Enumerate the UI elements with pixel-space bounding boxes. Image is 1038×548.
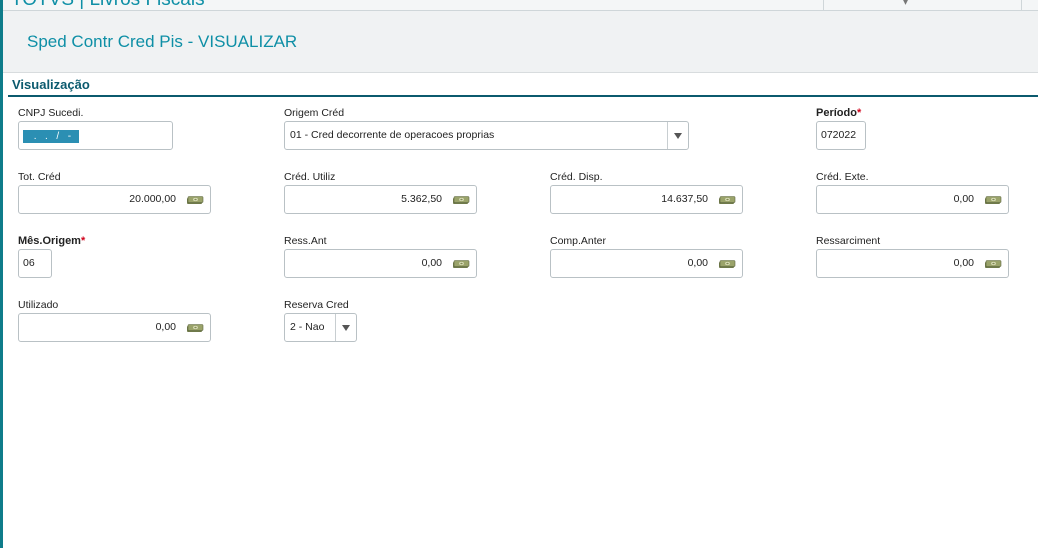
money-icon[interactable] (452, 195, 470, 205)
mes-origem-input[interactable]: 06 (18, 249, 52, 278)
origem-cred-field: Origem Créd 01 - Cred decorrente de oper… (284, 107, 694, 151)
money-icon[interactable] (718, 259, 736, 269)
ress-ant-field: Ress.Ant 0,00 (284, 235, 484, 279)
app-title: TOTVS | Livros Fiscais (11, 0, 205, 10)
reserva-cred-value: 2 - Nao (290, 321, 325, 333)
cnpj-sucedi-value: . . / - (23, 130, 79, 143)
periodo-label-text: Período (816, 107, 857, 119)
ressarciment-field: Ressarciment 0,00 (816, 235, 1016, 279)
utilizado-value: 0,00 (155, 321, 176, 333)
ress-ant-value: 0,00 (421, 257, 442, 269)
required-mark: * (80, 235, 86, 247)
page-title: Sped Contr Cred Pis - VISUALIZAR (27, 32, 298, 51)
chevron-down-icon[interactable] (342, 325, 350, 331)
cred-exte-field: Créd. Exte. 0,00 (816, 171, 1016, 215)
select-divider (667, 122, 668, 149)
required-mark: * (856, 107, 862, 119)
section-title: Visualização (12, 77, 90, 92)
money-icon[interactable] (186, 195, 204, 205)
cred-disp-input[interactable]: 14.637,50 (550, 185, 743, 214)
money-icon[interactable] (452, 259, 470, 269)
cred-utiliz-label: Créd. Utiliz (284, 171, 336, 183)
cred-exte-value: 0,00 (953, 193, 974, 205)
cnpj-sucedi-input[interactable]: . . / - (18, 121, 173, 150)
reserva-cred-select[interactable]: 2 - Nao (284, 313, 357, 342)
cred-utiliz-input[interactable]: 5.362,50 (284, 185, 477, 214)
comp-anter-value: 0,00 (687, 257, 708, 269)
tot-cred-value: 20.000,00 (129, 193, 176, 205)
tot-cred-field: Tot. Créd 20.000,00 (18, 171, 218, 215)
comp-anter-label: Comp.Anter (550, 235, 607, 247)
mes-origem-field: Mês.Origem* 06 (18, 235, 118, 279)
select-divider (335, 314, 336, 341)
ressarciment-input[interactable]: 0,00 (816, 249, 1009, 278)
cred-utiliz-value: 5.362,50 (401, 193, 442, 205)
ressarciment-label: Ressarciment (816, 235, 881, 247)
periodo-input[interactable]: 072022 (816, 121, 866, 150)
origem-cred-value: 01 - Cred decorrente de operacoes propri… (290, 129, 495, 141)
top-bar-divider (1021, 0, 1022, 10)
mes-origem-value: 06 (23, 257, 35, 269)
mes-origem-label: Mês.Origem* (18, 235, 85, 247)
top-bar-menu-icon[interactable]: ▾ (903, 0, 908, 8)
tot-cred-input[interactable]: 20.000,00 (18, 185, 211, 214)
cred-disp-label: Créd. Disp. (550, 171, 603, 183)
top-bar-divider (823, 0, 824, 10)
reserva-cred-label: Reserva Cred (284, 299, 349, 311)
origem-cred-label: Origem Créd (284, 107, 345, 119)
money-icon[interactable] (984, 259, 1002, 269)
money-icon[interactable] (186, 323, 204, 333)
cred-exte-input[interactable]: 0,00 (816, 185, 1009, 214)
utilizado-field: Utilizado 0,00 (18, 299, 218, 343)
cred-disp-value: 14.637,50 (661, 193, 708, 205)
ress-ant-label: Ress.Ant (284, 235, 327, 247)
app-frame: TOTVS | Livros Fiscais ▾ Sped Contr Cred… (0, 0, 1038, 548)
money-icon[interactable] (718, 195, 736, 205)
comp-anter-field: Comp.Anter 0,00 (550, 235, 750, 279)
chevron-down-icon[interactable] (674, 133, 682, 139)
tot-cred-label: Tot. Créd (18, 171, 61, 183)
origem-cred-select[interactable]: 01 - Cred decorrente de operacoes propri… (284, 121, 689, 150)
periodo-field: Período* 072022 (816, 107, 876, 151)
page-header: Sped Contr Cred Pis - VISUALIZAR (3, 11, 1038, 73)
cnpj-sucedi-field: CNPJ Sucedi. . . / - (18, 107, 178, 151)
cred-exte-label: Créd. Exte. (816, 171, 869, 183)
cred-utiliz-field: Créd. Utiliz 5.362,50 (284, 171, 484, 215)
utilizado-input[interactable]: 0,00 (18, 313, 211, 342)
ress-ant-input[interactable]: 0,00 (284, 249, 477, 278)
reserva-cred-field: Reserva Cred 2 - Nao (284, 299, 384, 343)
comp-anter-input[interactable]: 0,00 (550, 249, 743, 278)
section-divider (8, 95, 1038, 97)
mes-origem-label-text: Mês.Origem (18, 235, 81, 247)
ressarciment-value: 0,00 (953, 257, 974, 269)
utilizado-label: Utilizado (18, 299, 59, 311)
periodo-label: Período* (816, 107, 861, 119)
cred-disp-field: Créd. Disp. 14.637,50 (550, 171, 750, 215)
money-icon[interactable] (984, 195, 1002, 205)
periodo-value: 072022 (821, 129, 857, 141)
app-top-bar: TOTVS | Livros Fiscais ▾ (3, 0, 1038, 11)
cnpj-sucedi-label: CNPJ Sucedi. (18, 107, 84, 119)
